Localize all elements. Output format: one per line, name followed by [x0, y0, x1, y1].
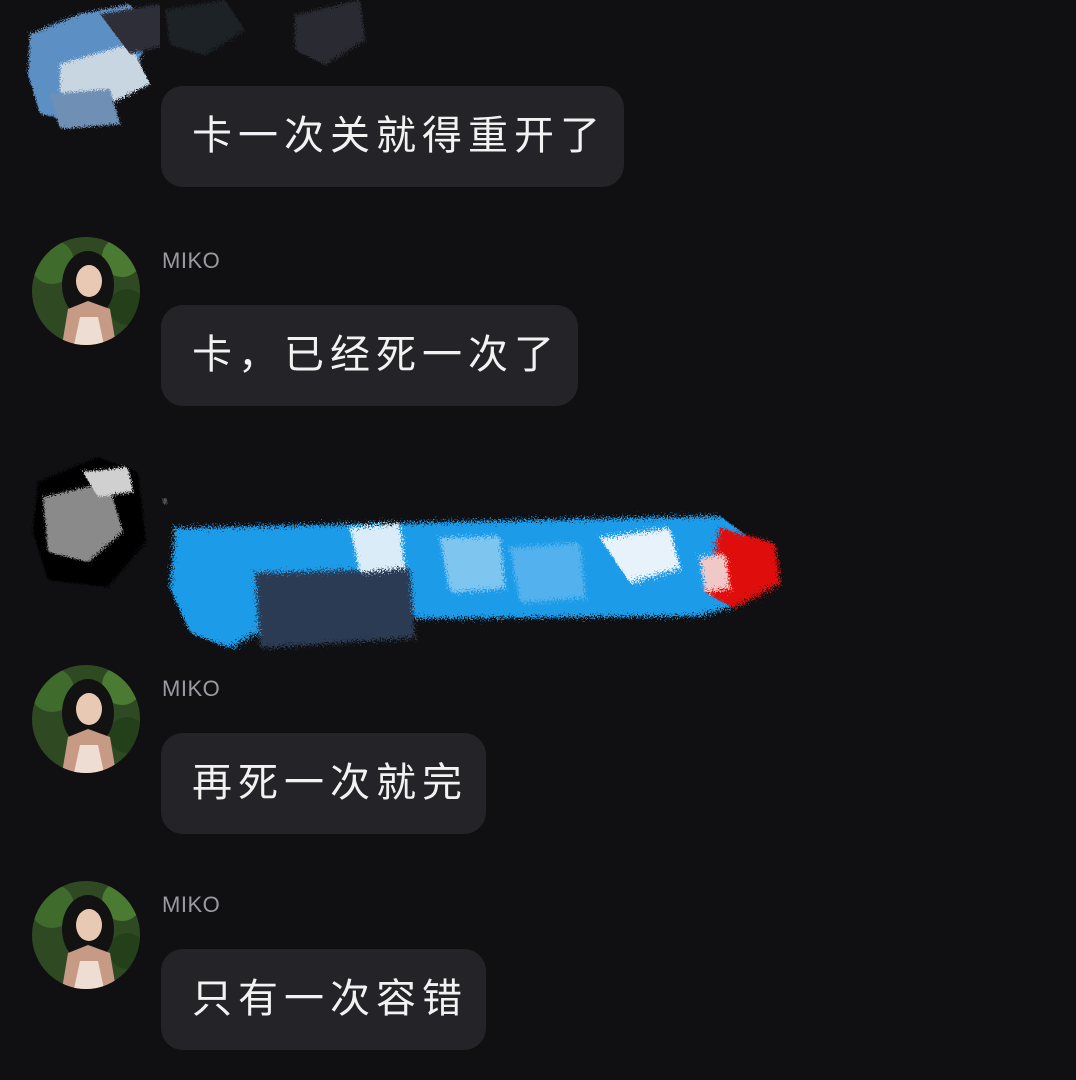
miko-avatar[interactable] [32, 237, 140, 345]
redacted-avatar[interactable] [20, 0, 160, 134]
redacted-name-scribble [165, 0, 375, 70]
message-text: 卡，已经死一次了 [192, 332, 560, 378]
message-text: 卡一次关就得重开了 [192, 113, 606, 159]
message-bubble[interactable]: 只有一次容错 [161, 949, 486, 1050]
message-text: 再死一次就完 [192, 760, 468, 806]
redacted-avatar[interactable] [28, 452, 154, 592]
sender-name: MIKO [162, 676, 221, 701]
message-bubble[interactable]: 卡，已经死一次了 [161, 305, 578, 406]
chat-thread: 卡一次关就得重开了 MIKO 卡，已经死一次了 MIKO 再死一次就完 MIKO… [0, 0, 1076, 1080]
miko-avatar[interactable] [32, 665, 140, 773]
miko-avatar[interactable] [32, 881, 140, 989]
message-bubble[interactable]: 再死一次就完 [161, 733, 486, 834]
message-text: 只有一次容错 [192, 976, 468, 1022]
sender-name: MIKO [162, 892, 221, 917]
redacted-message-scribble[interactable] [160, 498, 790, 658]
sender-name: MIKO [162, 248, 221, 273]
message-bubble[interactable]: 卡一次关就得重开了 [161, 86, 624, 187]
